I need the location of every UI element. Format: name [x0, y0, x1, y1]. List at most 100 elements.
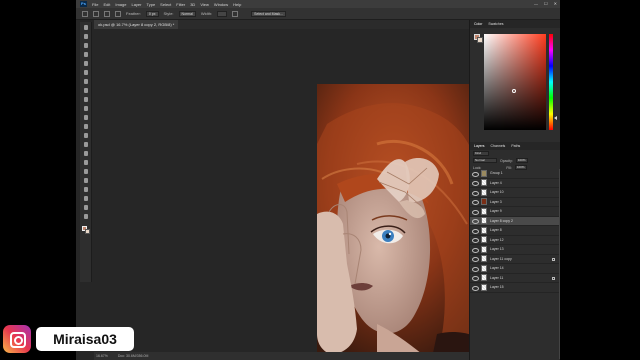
menu-image[interactable]: Image	[115, 2, 126, 7]
folder-icon	[481, 169, 487, 177]
menu-file[interactable]: File	[92, 2, 98, 7]
brush-tool-icon[interactable]	[82, 96, 90, 103]
eyedropper-tool-icon[interactable]	[82, 78, 90, 85]
zoom-tool-icon[interactable]	[82, 204, 90, 211]
eye-icon[interactable]	[472, 218, 479, 225]
layer-row[interactable]: Layer 14	[470, 264, 560, 274]
gradient-tool-icon[interactable]	[82, 132, 90, 139]
menu-help[interactable]: Help	[233, 2, 241, 7]
maximize-button[interactable]: ☐	[544, 1, 548, 6]
menu-select[interactable]: Select	[160, 2, 171, 7]
kind-filter-select[interactable]: Kind	[473, 151, 489, 156]
artwork-canvas[interactable]	[317, 84, 487, 358]
opacity-input[interactable]: 100%	[515, 158, 528, 163]
feather-label: Feather:	[126, 11, 141, 16]
eye-icon[interactable]	[472, 265, 479, 272]
saturation-brightness-field[interactable]	[484, 34, 546, 130]
hand-tool-icon[interactable]	[82, 195, 90, 202]
type-tool-icon[interactable]	[82, 168, 90, 175]
layer-row[interactable]: Layer 11 copy	[470, 255, 560, 264]
options-bar: Feather: 0 px Style: Normal Width: Selec…	[76, 8, 560, 20]
background-color-swatch[interactable]	[85, 229, 90, 234]
hue-slider[interactable]	[549, 34, 553, 130]
layer-row[interactable]: Layer 9	[470, 207, 560, 217]
shape-tool-icon[interactable]	[82, 186, 90, 193]
menu-type[interactable]: Type	[147, 2, 156, 7]
menu-window[interactable]: Window	[214, 2, 228, 7]
zoom-level[interactable]: 16.67%	[96, 352, 108, 360]
eye-icon[interactable]	[472, 246, 479, 253]
layer-row[interactable]: Layer 3	[470, 198, 560, 207]
eye-icon[interactable]	[472, 170, 479, 177]
eye-icon[interactable]	[472, 199, 479, 206]
healing-brush-tool-icon[interactable]	[82, 87, 90, 94]
layers-panel-tabs: Layers Channels Paths	[470, 142, 560, 150]
tab-swatches[interactable]: Swatches	[488, 22, 503, 26]
marquee-tool-icon[interactable]	[82, 33, 90, 40]
layer-row[interactable]: Layer 8 copy 2	[470, 216, 560, 226]
layer-thumbnail	[481, 236, 487, 244]
more-tools-icon[interactable]	[82, 213, 90, 220]
menu-filter[interactable]: Filter	[176, 2, 185, 7]
marquee-tool-icon[interactable]	[93, 10, 99, 17]
width-input[interactable]	[217, 10, 228, 17]
layer-row[interactable]: Layer 4	[470, 179, 560, 188]
menu-view[interactable]: View	[200, 2, 209, 7]
blur-tool-icon[interactable]	[82, 141, 90, 148]
style-label: Style:	[163, 11, 174, 16]
new-selection-icon[interactable]	[104, 10, 110, 17]
eye-icon[interactable]	[472, 237, 479, 244]
layer-name: Group 1	[490, 171, 503, 176]
dodge-tool-icon[interactable]	[82, 150, 90, 157]
quick-select-tool-icon[interactable]	[82, 51, 90, 58]
select-and-mask-button[interactable]: Select and Mask...	[251, 10, 286, 17]
frame-tool-icon[interactable]	[82, 69, 90, 76]
home-icon[interactable]	[82, 10, 88, 17]
layer-row[interactable]: Layer 13	[470, 245, 560, 255]
close-button[interactable]: ✕	[554, 1, 557, 6]
layer-row[interactable]: Layer 10	[470, 188, 560, 198]
tab-paths[interactable]: Paths	[511, 144, 520, 148]
eye-icon[interactable]	[472, 227, 479, 234]
color-picker-cursor[interactable]	[512, 89, 516, 93]
swap-icon[interactable]	[232, 10, 239, 17]
layers-scrollbar[interactable]	[559, 169, 560, 359]
blend-mode-select[interactable]: Normal	[473, 158, 497, 163]
layer-row[interactable]: Layer 12	[470, 236, 560, 245]
layer-thumbnail	[481, 226, 487, 234]
layer-row[interactable]: Layer 15	[470, 283, 560, 293]
eye-icon[interactable]	[472, 189, 479, 196]
layer-row[interactable]: Layer 8	[470, 226, 560, 236]
layer-row[interactable]: Layer 11	[470, 274, 560, 283]
hue-slider-handle[interactable]	[554, 116, 557, 120]
crop-tool-icon[interactable]	[82, 60, 90, 67]
eye-icon[interactable]	[472, 275, 479, 282]
style-select[interactable]: Normal	[178, 10, 196, 17]
clone-stamp-tool-icon[interactable]	[82, 105, 90, 112]
move-tool-icon[interactable]	[82, 24, 90, 31]
layer-row[interactable]: Group 1	[470, 169, 560, 179]
canvas-area[interactable]	[94, 29, 487, 358]
tab-channels[interactable]: Channels	[491, 144, 506, 148]
feather-input[interactable]: 0 px	[145, 10, 159, 17]
background-color-chip[interactable]	[477, 37, 483, 43]
menu-edit[interactable]: Edit	[103, 2, 110, 7]
history-brush-tool-icon[interactable]	[82, 114, 90, 121]
eye-icon[interactable]	[472, 256, 479, 263]
eye-icon[interactable]	[472, 284, 479, 291]
add-selection-icon[interactable]	[115, 10, 121, 17]
document-tab[interactable]: ok.psd @ 16.7% (Layer 8 copy 2, RGB/8) *	[94, 20, 179, 29]
eye-icon[interactable]	[472, 208, 479, 215]
menu-layer[interactable]: Layer	[131, 2, 141, 7]
path-select-tool-icon[interactable]	[82, 177, 90, 184]
tab-color[interactable]: Color	[474, 22, 482, 26]
menu-bar: Ps File Edit Image Layer Type Select Fil…	[76, 0, 560, 8]
minimize-button[interactable]: —	[534, 1, 538, 6]
eye-icon[interactable]	[472, 180, 479, 187]
blend-opacity-row: Normal Opacity: 100%	[470, 157, 560, 164]
pen-tool-icon[interactable]	[82, 159, 90, 166]
eraser-tool-icon[interactable]	[82, 123, 90, 130]
lasso-tool-icon[interactable]	[82, 42, 90, 49]
tab-layers[interactable]: Layers	[474, 144, 485, 148]
menu-3d[interactable]: 3D	[190, 2, 195, 7]
